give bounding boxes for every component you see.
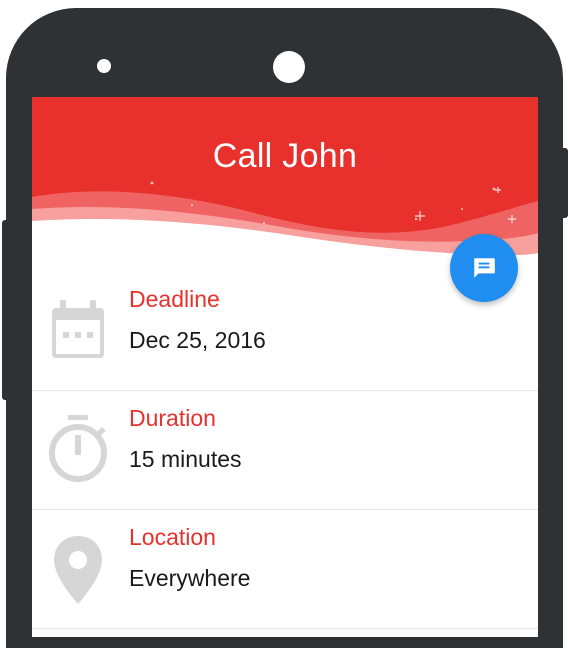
duration-value: 15 minutes	[129, 446, 242, 472]
page-title: Call John	[212, 137, 358, 175]
speaker-dot	[97, 59, 111, 73]
calendar-icon	[52, 300, 104, 358]
list-item-duration[interactable]: Duration 15 minutes	[32, 391, 538, 510]
list-item-deadline[interactable]: Deadline Dec 25, 2016	[32, 272, 538, 391]
deadline-value: Dec 25, 2016	[129, 327, 266, 353]
duration-label: Duration	[129, 405, 216, 431]
location-pin-icon	[54, 536, 102, 604]
list-item-location[interactable]: Location Everywhere	[32, 510, 538, 629]
deadline-label: Deadline	[129, 286, 220, 312]
stopwatch-icon	[49, 415, 107, 482]
front-camera	[273, 51, 305, 83]
volume-button	[2, 220, 8, 400]
location-label: Location	[129, 524, 216, 550]
app-screen: Call John Deadline Dec 25, 2016 Duration…	[32, 97, 538, 637]
power-button	[560, 148, 568, 218]
location-value: Everywhere	[129, 565, 251, 591]
